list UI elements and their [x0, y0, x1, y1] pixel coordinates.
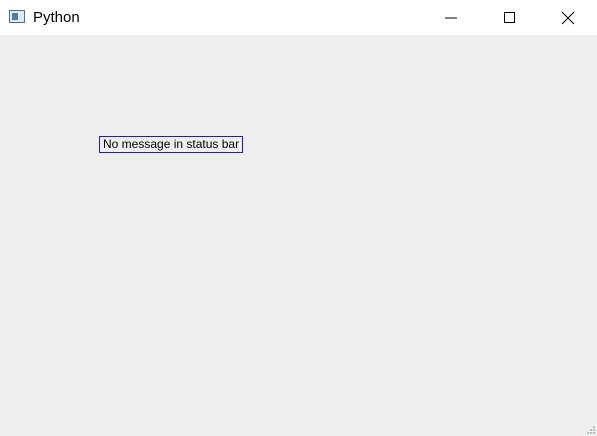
close-button[interactable]	[545, 0, 591, 35]
python-window-icon[interactable]	[9, 10, 25, 23]
maximize-button[interactable]	[487, 0, 533, 35]
size-grip-icon[interactable]	[586, 425, 596, 435]
client-area: No message in status bar	[0, 35, 597, 436]
close-icon	[561, 11, 575, 24]
window-title: Python	[33, 9, 80, 26]
title-bar[interactable]: Python	[0, 0, 597, 35]
minimize-icon	[445, 17, 457, 18]
status-message-label: No message in status bar	[99, 136, 244, 153]
minimize-button[interactable]	[428, 0, 474, 35]
maximize-icon	[504, 11, 515, 23]
app-window: Python No message in status bar	[0, 0, 597, 436]
